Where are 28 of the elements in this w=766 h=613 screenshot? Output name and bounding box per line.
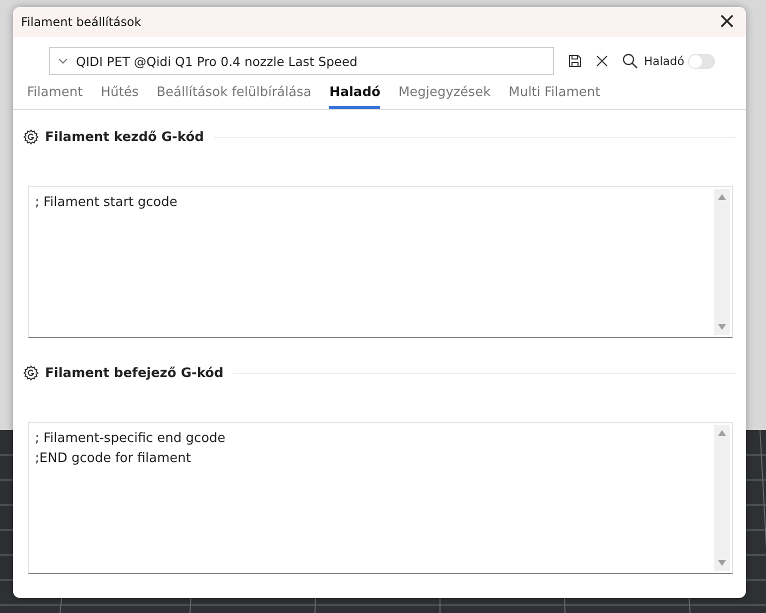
search-icon[interactable] bbox=[622, 53, 638, 69]
scroll-down-arrow-icon[interactable] bbox=[718, 324, 726, 330]
section-title: Filament befejező G-kód bbox=[45, 366, 224, 380]
tab[interactable]: Haladó bbox=[329, 83, 380, 109]
save-icon[interactable] bbox=[568, 54, 582, 68]
section-title: Filament kezdő G-kód bbox=[45, 130, 204, 144]
close-icon[interactable] bbox=[596, 55, 608, 67]
tab[interactable]: Megjegyzések bbox=[398, 83, 491, 109]
code-line: ;END gcode for filament bbox=[35, 450, 192, 468]
gcode-gear-icon bbox=[23, 129, 39, 145]
code-line: ; Filament start gcode bbox=[35, 194, 178, 212]
scroll-up-arrow-icon[interactable] bbox=[718, 430, 726, 436]
gcode-gear-icon bbox=[23, 365, 39, 381]
chevron-down-icon bbox=[58, 58, 68, 64]
scroll-down-arrow-icon[interactable] bbox=[718, 560, 726, 566]
tab[interactable]: Filament bbox=[27, 83, 83, 109]
code-line: ; Filament-specific end gcode bbox=[35, 430, 226, 448]
gcode-editor[interactable]: ; Filament-specific end gcode ;END gcode for filament bbox=[28, 422, 733, 574]
tab[interactable]: Beállítások felülbírálása bbox=[156, 83, 312, 109]
advanced-toggle[interactable] bbox=[688, 54, 716, 68]
tab[interactable]: Hűtés bbox=[100, 83, 139, 109]
close-button[interactable]: × bbox=[708, 7, 746, 37]
scroll-up-arrow-icon[interactable] bbox=[718, 194, 726, 200]
window-title: Filament beállítások bbox=[21, 15, 142, 29]
preset-dropdown[interactable]: QIDI PET @Qidi Q1 Pro 0.4 nozzle Last Speed bbox=[49, 47, 554, 75]
advanced-label: Haladó bbox=[644, 54, 684, 68]
tab[interactable]: Multi Filament bbox=[508, 83, 600, 109]
gcode-editor[interactable]: ; Filament start gcode bbox=[28, 186, 733, 338]
